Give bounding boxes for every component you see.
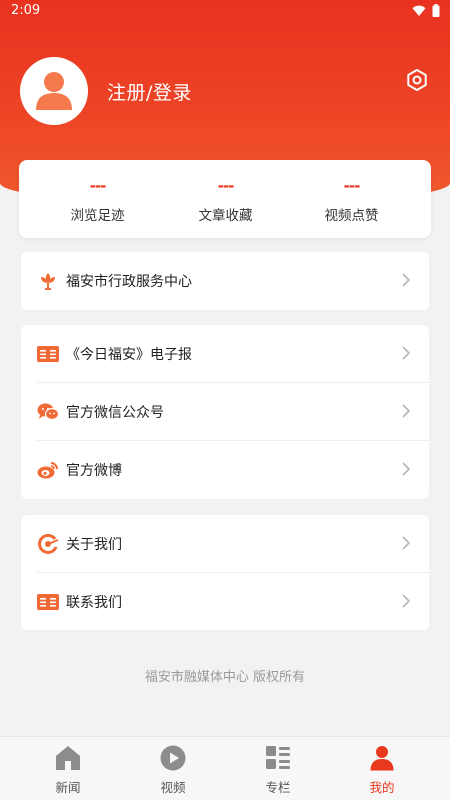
weibo-icon (37, 459, 59, 481)
menu-item-weibo[interactable]: 官方微博 (21, 441, 429, 499)
contact-book-icon (37, 591, 59, 613)
menu-item-wechat-account[interactable]: 官方微信公众号 (21, 383, 429, 441)
menu-item-label: 《今日福安》电子报 (66, 347, 192, 363)
menu-item-label: 官方微博 (66, 463, 122, 479)
home-icon (56, 746, 80, 770)
chevron-right-icon (402, 536, 411, 550)
about-logo-icon (37, 533, 59, 555)
tab-video[interactable]: 视频 (117, 737, 229, 800)
settings-button[interactable] (404, 67, 430, 93)
login-register-link[interactable]: 注册/登录 (107, 78, 192, 105)
menu-item-e-newspaper[interactable]: 《今日福安》电子报 (21, 325, 429, 383)
default-avatar-icon (36, 72, 72, 110)
menu-group-about: 关于我们 联系我们 (21, 515, 429, 630)
newspaper-icon (37, 343, 59, 365)
stat-value: --- (217, 177, 235, 195)
menu-item-label: 福安市行政服务中心 (66, 274, 192, 290)
stat-video-likes[interactable]: --- 视频点赞 (283, 160, 420, 238)
status-time: 2:09 (11, 3, 41, 18)
wifi-icon (412, 5, 426, 16)
bottom-tab-bar: 新闻 视频 专栏 我的 (0, 736, 450, 800)
menu-item-contact-us[interactable]: 联系我们 (21, 573, 429, 631)
stat-browse-history[interactable]: --- 浏览足迹 (29, 160, 166, 238)
copyright-text: 福安市融媒体中心 版权所有 (144, 670, 306, 685)
play-icon (160, 745, 186, 771)
columns-icon (266, 746, 290, 769)
stat-label: 浏览足迹 (70, 208, 125, 224)
menu-group-services: 福安市行政服务中心 (21, 252, 429, 310)
user-icon (370, 746, 394, 771)
tab-label: 专栏 (265, 780, 291, 795)
menu-item-label: 官方微信公众号 (66, 405, 164, 421)
tab-mine[interactable]: 我的 (326, 737, 438, 800)
stat-label: 视频点赞 (324, 208, 379, 224)
wechat-icon (37, 401, 59, 423)
stat-article-favorites[interactable]: --- 文章收藏 (157, 160, 294, 238)
menu-item-about-us[interactable]: 关于我们 (21, 515, 429, 573)
profile-section[interactable]: 注册/登录 (20, 57, 192, 125)
gear-icon (407, 69, 427, 91)
status-bar: 2:09 (0, 0, 450, 22)
avatar[interactable] (20, 57, 88, 125)
chevron-right-icon (402, 273, 411, 287)
menu-item-admin-service-center[interactable]: 福安市行政服务中心 (21, 252, 429, 310)
menu-item-label: 关于我们 (66, 537, 122, 553)
status-icons (412, 4, 440, 17)
chevron-right-icon (402, 346, 411, 360)
stat-value: --- (343, 177, 361, 195)
tab-label: 视频 (160, 780, 186, 795)
chevron-right-icon (402, 594, 411, 608)
stat-value: --- (89, 177, 107, 195)
menu-group-media: 《今日福安》电子报 官方微信公众号 官方微博 (21, 325, 429, 499)
tab-label: 新闻 (55, 780, 81, 795)
flower-icon (37, 270, 59, 292)
tab-columns[interactable]: 专栏 (222, 737, 334, 800)
battery-icon (432, 4, 440, 17)
tab-label: 我的 (369, 780, 395, 795)
stat-label: 文章收藏 (198, 208, 253, 224)
menu-item-label: 联系我们 (66, 595, 122, 611)
stats-card: --- 浏览足迹 --- 文章收藏 --- 视频点赞 (19, 160, 431, 238)
tab-news[interactable]: 新闻 (12, 737, 124, 800)
chevron-right-icon (402, 404, 411, 418)
chevron-right-icon (402, 462, 411, 476)
